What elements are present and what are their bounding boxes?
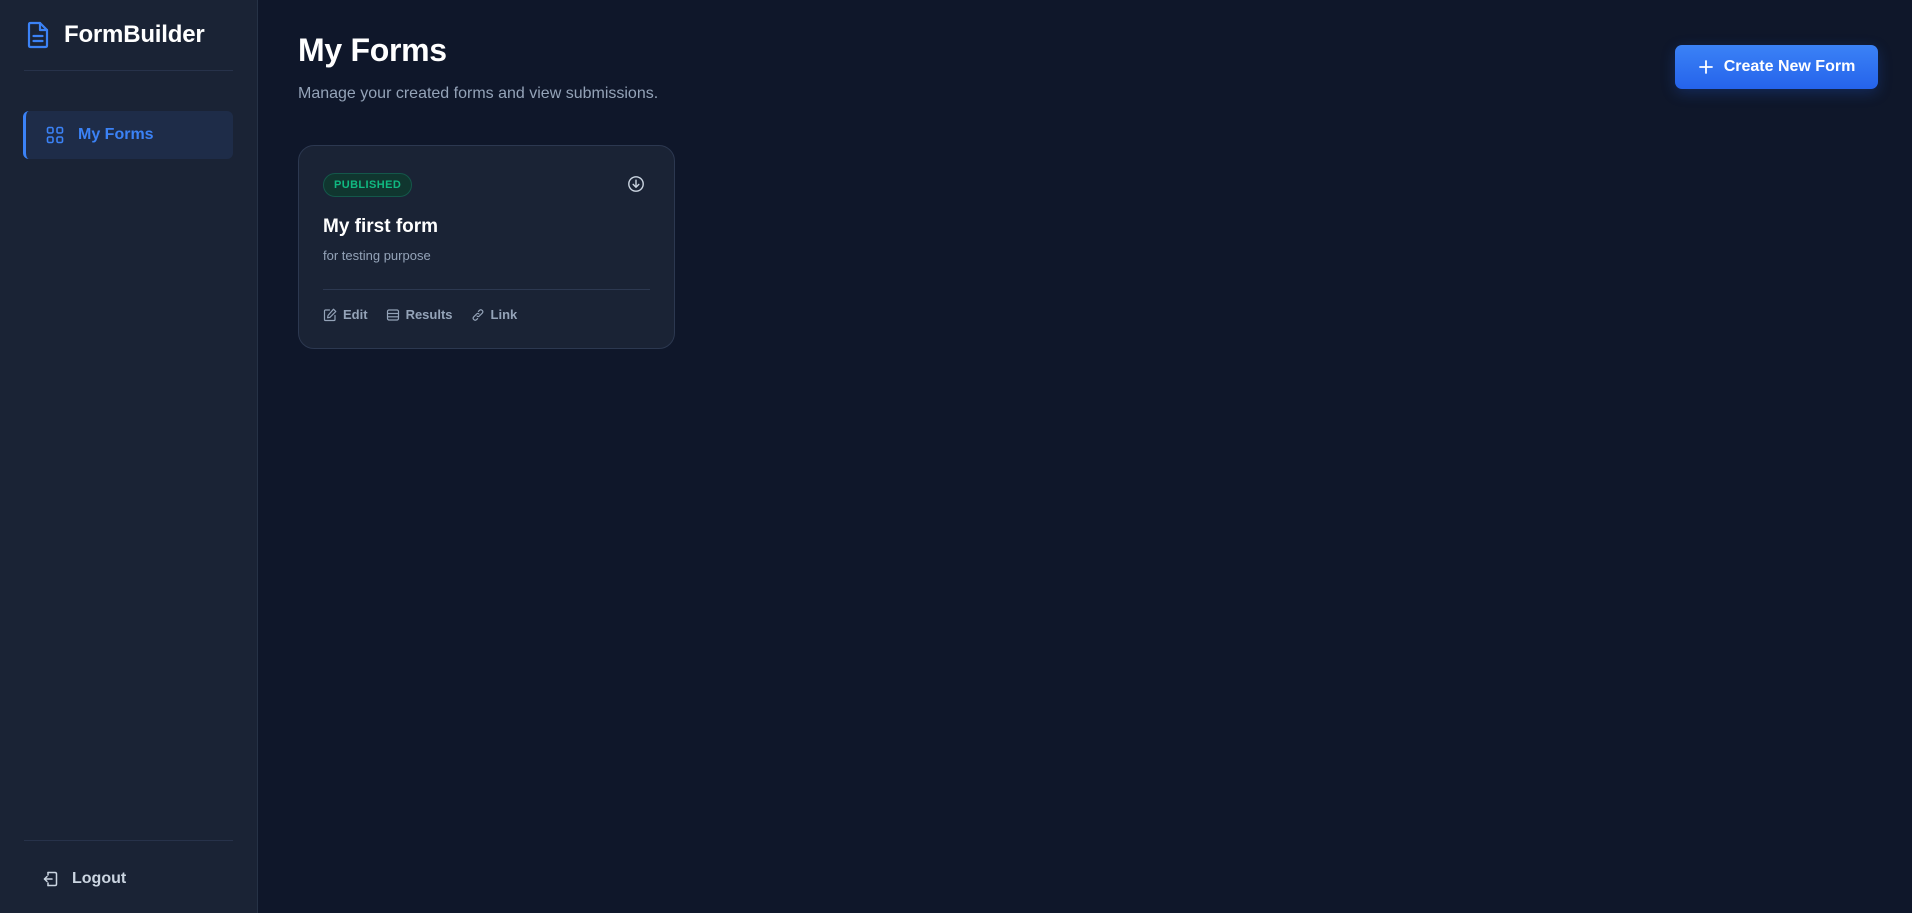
file-text-icon (26, 21, 50, 49)
sidebar-nav: My Forms (23, 111, 233, 159)
results-button[interactable]: Results (386, 307, 453, 322)
brand-title: FormBuilder (64, 21, 205, 48)
logout-icon (42, 870, 60, 888)
brand[interactable]: FormBuilder (0, 0, 257, 70)
edit-label: Edit (343, 307, 368, 322)
card-actions: Edit Results Link (323, 307, 517, 322)
sidebar-divider-bottom (24, 840, 233, 841)
sidebar-item-my-forms[interactable]: My Forms (23, 111, 233, 159)
sidebar: FormBuilder My Forms Logout (0, 0, 258, 913)
form-title: My first form (323, 216, 439, 237)
download-circle-icon[interactable] (627, 175, 645, 193)
sidebar-item-label: My Forms (78, 126, 154, 143)
table-icon (386, 308, 400, 322)
results-label: Results (405, 307, 453, 322)
create-new-form-button[interactable]: Create New Form (1675, 45, 1878, 89)
page-title: My Forms (298, 32, 447, 68)
link-button[interactable]: Link (471, 307, 518, 322)
grid-icon (46, 126, 64, 144)
logout-button[interactable]: Logout (42, 870, 126, 888)
edit-icon (323, 308, 337, 322)
main-content: My Forms Manage your created forms and v… (258, 0, 1912, 913)
link-label: Link (490, 307, 518, 322)
logout-label: Logout (72, 870, 127, 887)
page-subtitle: Manage your created forms and view submi… (298, 85, 659, 102)
form-description: for testing purpose (323, 248, 431, 263)
status-badge: PUBLISHED (323, 173, 413, 197)
app-root: FormBuilder My Forms Logout My Forms Man… (0, 0, 1912, 913)
create-new-form-label: Create New Form (1723, 58, 1856, 75)
form-card[interactable]: PUBLISHED My first form for testing purp… (298, 145, 675, 349)
link-icon (471, 308, 485, 322)
sidebar-divider-top (24, 70, 233, 71)
card-divider (323, 289, 650, 290)
edit-button[interactable]: Edit (323, 307, 368, 322)
plus-icon (1698, 59, 1714, 75)
